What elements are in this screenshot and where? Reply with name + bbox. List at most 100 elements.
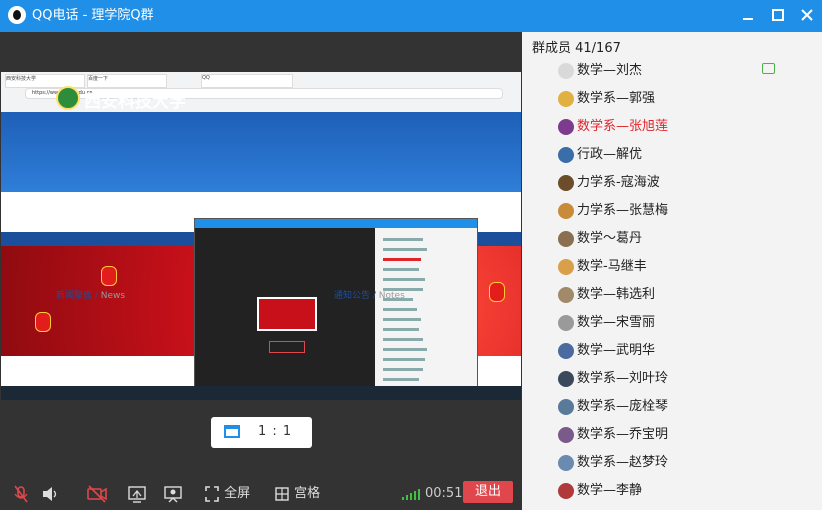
member-item[interactable]: 数学—刘杰 [558,61,808,81]
member-avatar [558,371,574,387]
signal-strength-icon [402,489,420,500]
member-name: 行政—解优 [577,147,643,162]
qq-logo-icon [8,6,26,24]
university-name: 西安科技大学 [84,92,186,112]
window-title: QQ电话 - 理学院Q群 [32,8,154,23]
member-name: 数学—刘杰 [577,63,643,78]
member-name: 数学—宋雪丽 [577,315,656,330]
member-name: 数学—武明华 [577,343,656,358]
member-name: 数学系—赵梦玲 [577,455,669,470]
title-bar: QQ电话 - 理学院Q群 [0,0,822,32]
member-avatar [558,315,574,331]
member-avatar [558,63,574,79]
shared-browser-tab: 西安科技大学 [5,74,85,88]
member-item[interactable]: 行政—解优 [558,145,808,165]
member-name: 数学-马继丰 [577,259,647,274]
grid-view-label: 宫格 [294,486,321,501]
nested-video-thumb [257,297,317,331]
minimize-button[interactable] [739,6,757,24]
minimize-icon [743,18,753,20]
university-logo [56,86,80,110]
member-name: 数学—李静 [577,483,643,498]
lantern-icon [35,312,51,332]
grid-icon [275,487,289,501]
member-name: 数学系—郭强 [577,91,656,106]
member-avatar [558,455,574,471]
site-header [1,112,521,192]
maximize-icon [772,9,784,21]
shared-browser-tab: QQ [201,74,293,88]
member-name: 数学系—庞栓琴 [577,399,669,414]
presentation-button[interactable] [163,484,183,504]
close-icon [801,9,813,21]
member-name: 力学系—张慧梅 [577,203,669,218]
member-item[interactable]: 数学-马继丰 [558,257,808,277]
call-toolbar: 全屏 宫格 00:51 [0,478,522,510]
member-avatar [558,175,574,191]
shared-taskbar [1,386,521,400]
share-screen-button[interactable] [127,484,147,504]
member-count: 群成员 41/167 [532,41,621,56]
notice-section-label: 通知公告 / Notes [334,291,405,301]
shared-browser-tab: 百度一下 [87,74,167,88]
fullscreen-icon [205,486,219,502]
fullscreen-button[interactable]: 全屏 [204,484,250,504]
presentation-icon [164,486,182,503]
member-avatar [558,231,574,247]
lantern-icon [101,266,117,286]
fullscreen-label: 全屏 [224,486,251,501]
member-item[interactable]: 数学系—刘叶玲 [558,369,808,389]
member-item[interactable]: 数学—李静 [558,481,808,501]
member-avatar [558,483,574,499]
member-avatar [558,287,574,303]
ratio-toggle-button[interactable]: 1 : 1 [211,417,312,448]
mic-muted-icon [14,485,28,503]
member-name: 数学系—刘叶玲 [577,371,669,386]
call-timer: 00:51 [425,486,463,501]
member-name: 数学系—张旭莲 [577,119,669,134]
grid-view-button[interactable]: 宫格 [274,484,320,504]
lantern-icon [489,282,505,302]
member-item[interactable]: 数学—宋雪丽 [558,313,808,333]
member-item[interactable]: 力学系-寇海波 [558,173,808,193]
nested-member-list [375,228,477,394]
news-section-label: 新闻聚焦 / News [56,291,126,301]
member-item[interactable]: 数学系—郭强 [558,89,808,109]
nested-exit-button [269,341,305,353]
member-avatar [558,259,574,275]
member-name: 数学—韩选利 [577,287,656,302]
mic-mute-button[interactable] [12,484,30,504]
member-item[interactable]: 数学—武明华 [558,341,808,361]
maximize-button[interactable] [769,6,787,24]
member-item[interactable]: 数学～葛丹 [558,229,808,249]
speaker-button[interactable] [41,484,59,504]
member-panel: 群成员 41/167 数学—刘杰数学系—郭强 数学系—张旭莲 行政—解优力学系-寇海… [522,32,822,510]
ratio-label: 1 : 1 [258,424,293,439]
speaker-icon [43,487,57,501]
member-item[interactable]: 数学系—张旭莲 [558,117,808,137]
close-button[interactable] [798,6,816,24]
member-avatar [558,91,574,107]
shared-screen[interactable]: 西安科技大学 百度一下 QQ https://www.xust.edu.cn [1,72,521,400]
exit-call-button[interactable]: 退出 [463,481,513,503]
camera-off-icon [87,485,107,503]
member-name: 数学～葛丹 [577,231,643,246]
member-avatar [558,399,574,415]
window-ratio-icon [224,425,240,438]
signal-indicator [401,484,421,504]
member-name: 数学系—乔宝明 [577,427,669,442]
member-avatar [558,343,574,359]
member-item[interactable]: 数学系—庞栓琴 [558,397,808,417]
member-item[interactable]: 力学系—张慧梅 [558,201,808,221]
member-item[interactable]: 数学系—乔宝明 [558,425,808,445]
member-avatar [558,119,574,135]
member-item[interactable]: 数学—韩选利 [558,285,808,305]
camera-off-button[interactable] [86,484,108,504]
nested-qq-window [194,218,478,395]
member-name: 力学系-寇海波 [577,175,660,190]
member-avatar [558,203,574,219]
member-avatar [558,427,574,443]
member-avatar [558,147,574,163]
screen-share-icon [128,486,146,503]
member-item[interactable]: 数学系—赵梦玲 [558,453,808,473]
